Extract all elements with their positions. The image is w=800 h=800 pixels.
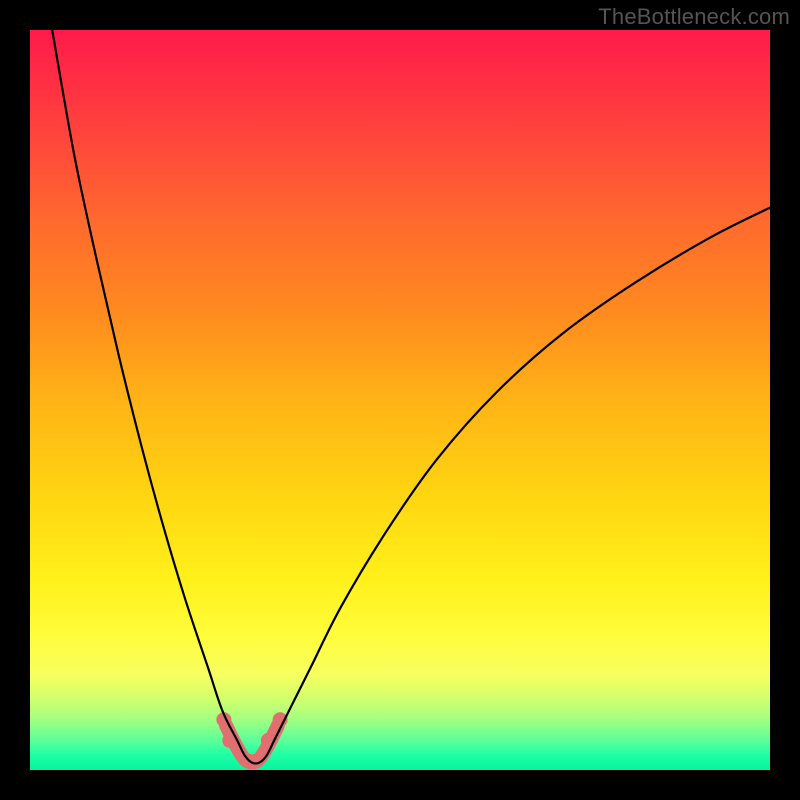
watermark-text: TheBottleneck.com: [598, 4, 790, 30]
curve-layer: [30, 30, 770, 770]
chart-frame: TheBottleneck.com: [0, 0, 800, 800]
plot-area: [30, 30, 770, 770]
bottleneck-curve: [52, 30, 770, 764]
